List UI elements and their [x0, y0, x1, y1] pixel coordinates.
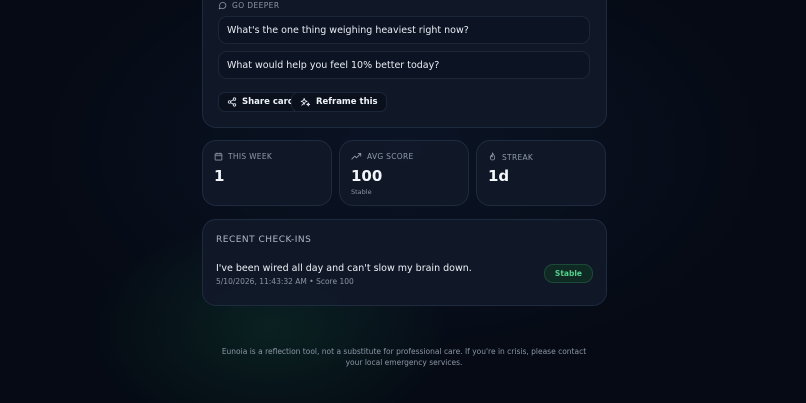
- stat-label-row: THIS WEEK: [214, 152, 272, 161]
- go-deeper-label: GO DEEPER: [232, 1, 280, 10]
- stat-card-streak: STREAK 1d: [476, 140, 606, 206]
- recent-checkins-title: RECENT CHECK-INS: [216, 235, 312, 245]
- reframe-button[interactable]: Reframe this: [291, 92, 387, 112]
- go-deeper-header: GO DEEPER: [218, 1, 279, 10]
- share-icon: [227, 97, 237, 107]
- stat-label-streak: STREAK: [502, 152, 534, 162]
- stat-label-avg-score: AVG SCORE: [367, 152, 414, 161]
- prompt-feel-better[interactable]: What would help you feel 10% better toda…: [218, 51, 590, 79]
- stat-card-avg-score: AVG SCORE 100 Stable: [339, 140, 469, 206]
- stat-label-this-week: THIS WEEK: [228, 152, 273, 161]
- checkin-entry-meta: 5/10/2026, 11:43:32 AM • Score 100: [216, 277, 354, 286]
- stat-value-avg-score: 100: [351, 167, 383, 185]
- stat-sub-avg-score: Stable: [351, 188, 372, 196]
- reframe-label: Reframe this: [316, 97, 378, 107]
- checkin-entry-text: I've been wired all day and can't slow m…: [216, 263, 472, 274]
- trending-up-icon: [351, 152, 362, 161]
- calendar-icon: [214, 152, 223, 161]
- recent-checkins-card: RECENT CHECK-INS I've been wired all day…: [202, 219, 607, 306]
- stat-value-this-week: 1: [214, 167, 225, 185]
- share-card-label: Share card: [242, 97, 294, 107]
- stat-card-this-week: THIS WEEK 1: [202, 140, 332, 206]
- flame-icon: [488, 152, 497, 162]
- stat-value-streak: 1d: [488, 167, 510, 185]
- prompt-heaviest-thing[interactable]: What's the one thing weighing heaviest r…: [218, 16, 590, 44]
- sparkles-icon: [300, 97, 311, 108]
- stat-label-row: STREAK: [488, 152, 533, 162]
- chat-bubble-icon: [218, 1, 227, 10]
- footer-disclaimer: Eunoia is a reflection tool, not a subst…: [221, 347, 587, 367]
- stat-label-row: AVG SCORE: [351, 152, 414, 161]
- status-badge: Stable: [543, 264, 593, 283]
